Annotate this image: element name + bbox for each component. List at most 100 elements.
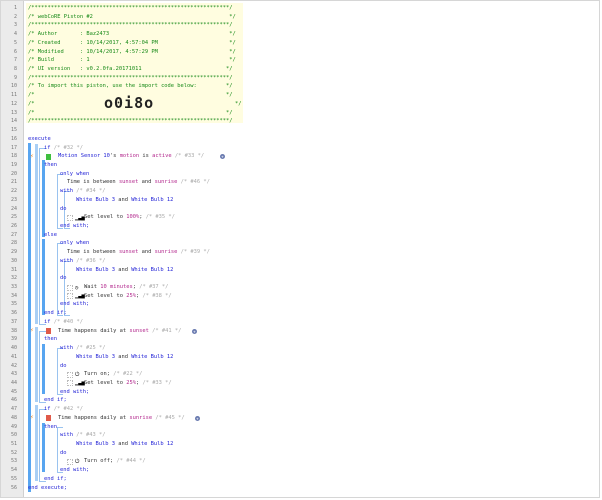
line-number: 28 (10, 240, 17, 247)
line-number: 11 (10, 92, 17, 99)
comparison-value: sunrise (154, 249, 178, 256)
add-icon[interactable]: + (195, 415, 200, 421)
line-number: 5 (13, 39, 17, 46)
code-line: then (44, 161, 57, 170)
line-number: 34 (10, 292, 17, 299)
code-token: and (114, 353, 132, 360)
statement-id: /* #46 */ (180, 179, 210, 186)
with-keyword: with (60, 432, 73, 439)
line-number: 19 (10, 161, 17, 168)
comparison-value: active (152, 153, 172, 160)
clock-icon: ◷ (75, 284, 79, 291)
level-value: 100% (126, 214, 140, 221)
do-keyword: do (60, 449, 67, 456)
header-comment: /***************************************… (28, 22, 233, 29)
add-icon[interactable]: + (220, 154, 225, 160)
line-number: 24 (10, 205, 17, 212)
code-line: /* Author : Baz2473 */ (28, 30, 236, 39)
code-line: Motion Sensor 10's motion is active /* #… (58, 152, 204, 161)
line-number: 13 (10, 109, 17, 116)
add-icon[interactable]: + (192, 328, 197, 334)
lightning-bolt-icon: ⚡ (30, 414, 34, 422)
code-line: end with; (60, 222, 89, 231)
task-checkbox[interactable] (67, 293, 73, 300)
code-line: only when (60, 239, 89, 248)
modified-line: /* Modified : 10/14/2017, 4:57:29 PM */ (28, 48, 236, 55)
code-line: /* Build : 1 */ (28, 56, 236, 65)
task-checkbox[interactable] (67, 380, 73, 387)
task-checkbox[interactable] (67, 458, 73, 465)
import-instructions: /* To import this piston, use the import… (28, 83, 233, 90)
do-keyword: do (60, 362, 67, 369)
line-number: 37 (10, 318, 17, 325)
task-checkbox[interactable] (67, 371, 73, 378)
device-name: White Bulb 3 (76, 266, 115, 273)
end-if-keyword: end if; (44, 310, 67, 317)
execute-keyword: execute (28, 135, 51, 142)
do-keyword: do (60, 275, 67, 282)
statement-id: /* #45 */ (155, 414, 185, 421)
code-token: Set level to (84, 292, 127, 299)
line-number: 10 (10, 83, 17, 90)
end-if-keyword: end if; (44, 397, 67, 404)
do-keyword: do (60, 205, 67, 212)
attribute-name: motion (119, 153, 140, 160)
statement-id: /* #37 */ (139, 284, 169, 291)
code-line: Turn on; /* #22 */ (84, 370, 142, 379)
line-number: 21 (10, 179, 17, 186)
if-block-bar (35, 405, 38, 481)
with-keyword: with (60, 257, 73, 264)
task-checkbox[interactable] (67, 284, 73, 291)
line-number: 32 (10, 275, 17, 282)
import-code: o0i8o (104, 94, 155, 113)
device-name: White Bulb 3 (76, 441, 115, 447)
code-line: then (44, 335, 57, 344)
code-line: /***************************************… (28, 21, 232, 30)
line-number: 48 (10, 414, 17, 421)
code-line: /* To import this piston, use the import… (28, 82, 232, 91)
line-number: 49 (10, 423, 17, 430)
code-token: Set level to (84, 214, 127, 221)
line-number: 55 (10, 475, 17, 482)
comparison-value: sunset (129, 327, 149, 334)
comparison-value: sunrise (129, 414, 153, 421)
line-number: 50 (10, 432, 17, 439)
code-line: Time happens daily at sunset /* #41 */ (58, 327, 181, 336)
piston-title: /* webCoRE Piston #2 */ (28, 13, 236, 20)
code-line: Set level to 100%; /* #35 */ (84, 213, 175, 222)
end-with-keyword: end with; (60, 467, 90, 474)
line-number: 3 (13, 22, 17, 29)
end-if-keyword: end if; (44, 475, 67, 482)
code-line: if /* #40 */ (44, 318, 83, 327)
if-block-bar (35, 326, 38, 403)
statement-id: /* #32 */ (53, 144, 83, 151)
created-line: /* Created : 10/14/2017, 4:57:04 PM */ (28, 39, 236, 46)
line-number: 36 (10, 310, 17, 317)
code-line: with /* #36 */ (60, 257, 105, 266)
device-name: White Bulb 3 (76, 196, 115, 203)
line-number: 9 (13, 74, 17, 81)
line-number: 44 (10, 379, 17, 386)
condition-state-indicator (46, 153, 51, 160)
code-line: /***************************************… (28, 117, 232, 126)
code-line: with /* #34 */ (60, 187, 105, 196)
code-line: only when (60, 170, 89, 179)
code-token: Wait (84, 284, 101, 291)
code-line: end with; (60, 466, 89, 475)
code-line: White Bulb 3 and White Bulb 12 (76, 196, 173, 205)
code-token: Time is between (67, 249, 119, 256)
line-number: 16 (10, 135, 17, 142)
lightning-bolt-icon: ⚡ (30, 152, 34, 160)
device-name: White Bulb 12 (131, 266, 174, 273)
code-area: /***************************************… (24, 1, 599, 497)
line-number: 25 (10, 214, 17, 221)
task-checkbox[interactable] (67, 214, 73, 221)
code-token: and (114, 266, 132, 273)
code-line: White Bulb 3 and White Bulb 12 (76, 266, 173, 275)
code-line: else (44, 231, 57, 240)
statement-id: /* #34 */ (76, 188, 106, 195)
code-token: and (138, 179, 155, 186)
comparison-operator: is (139, 153, 153, 160)
line-number: 12 (10, 100, 17, 107)
statement-id: /* #38 */ (142, 292, 172, 299)
